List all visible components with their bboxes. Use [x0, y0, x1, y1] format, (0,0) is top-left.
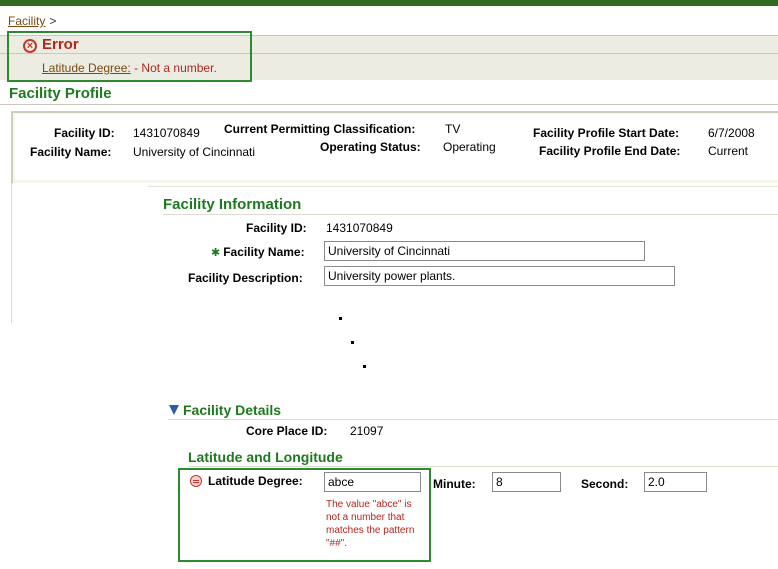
profile-facility-name: University of Cincinnati	[133, 145, 256, 159]
breadcrumb: Facility >	[8, 14, 56, 28]
facility-information-title: Facility Information	[163, 196, 302, 213]
core-place-label: Core Place ID:	[246, 424, 328, 438]
error-field-link[interactable]: Latitude Degree:	[42, 61, 131, 75]
validation-error-icon	[190, 475, 202, 487]
profile-facility-name-label: Facility Name:	[30, 145, 112, 159]
second-label: Second:	[581, 477, 629, 491]
profile-facility-id-label: Facility ID:	[54, 126, 115, 140]
ellipsis-dot	[351, 341, 354, 344]
fi-facility-name-label: ✱ Facility Name:	[211, 245, 305, 259]
error-icon: ×	[23, 39, 37, 53]
fi-facility-id-label: Facility ID:	[246, 221, 307, 235]
error-title: Error	[42, 36, 79, 53]
breadcrumb-facility-link[interactable]: Facility	[8, 14, 45, 28]
operating-status-value: Operating	[443, 140, 496, 154]
profile-start-date: 6/7/2008	[708, 126, 755, 140]
divider	[168, 419, 778, 420]
lat-long-title: Latitude and Longitude	[188, 449, 343, 465]
profile-title: Facility Profile	[9, 85, 112, 102]
facility-description-input[interactable]	[324, 266, 675, 286]
ellipsis-dot	[339, 317, 342, 320]
expand-triangle-icon[interactable]	[169, 405, 179, 415]
required-star-icon: ✱	[211, 247, 221, 259]
profile-start-date-label: Facility Profile Start Date:	[533, 126, 680, 140]
permit-class-value: TV	[445, 122, 461, 136]
profile-end-date: Current	[708, 144, 749, 158]
top-bar	[0, 0, 778, 6]
divider	[0, 104, 778, 105]
breadcrumb-separator: >	[49, 14, 57, 28]
second-input[interactable]	[644, 472, 707, 492]
left-rule	[11, 183, 12, 323]
validation-message: The value "abce" is not a number that ma…	[326, 499, 415, 549]
error-message-text: - Not a number.	[130, 61, 217, 75]
latitude-degree-label: Latitude Degree:	[208, 474, 303, 488]
error-message: Latitude Degree: - Not a number.	[42, 61, 217, 75]
profile-end-date-label: Facility Profile End Date:	[539, 144, 681, 158]
operating-status-label: Operating Status:	[320, 140, 421, 154]
ellipsis-dot	[363, 365, 366, 368]
facility-details-title[interactable]: Facility Details	[183, 402, 281, 418]
fi-facility-id: 1431070849	[326, 221, 393, 235]
permit-class-label: Current Permitting Classification:	[224, 122, 416, 136]
divider	[188, 466, 778, 467]
core-place-value: 21097	[350, 424, 384, 438]
minute-label: Minute:	[433, 477, 476, 491]
latitude-degree-input[interactable]	[324, 472, 421, 492]
fi-description-label: Facility Description:	[188, 271, 303, 285]
profile-facility-id: 1431070849	[133, 126, 200, 140]
error-box: × Error Latitude Degree: - Not a number.	[7, 31, 252, 82]
divider	[163, 214, 778, 215]
facility-name-input[interactable]	[324, 241, 645, 261]
divider	[148, 186, 778, 187]
minute-input[interactable]	[492, 472, 561, 492]
